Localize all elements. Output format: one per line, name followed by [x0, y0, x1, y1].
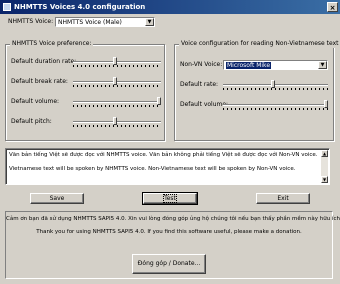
non-vn-rate-label: Default rate:: [180, 81, 219, 88]
non-vn-voice-group: Voice configuration for reading Non-Viet…: [174, 40, 340, 141]
break-rate-label: Default break rate:: [11, 78, 68, 85]
scroll-up-icon[interactable]: ▲: [321, 150, 328, 157]
donation-text-vn: Cảm ơn bạn đã sử dụng NHMTTS SAPI5 4.0. …: [6, 216, 340, 222]
donation-panel: Cảm ơn bạn đã sử dụng NHMTTS SAPI5 4.0. …: [5, 211, 340, 279]
volume-slider[interactable]: [73, 97, 161, 107]
non-vn-volume-slider[interactable]: [223, 100, 328, 110]
group-title: NHMTTS Voice preference:: [10, 40, 94, 48]
chevron-down-icon[interactable]: ▼: [145, 18, 154, 26]
nhmtts-voice-value: NHMTTS Voice (Male): [58, 19, 122, 26]
slider-thumb[interactable]: [113, 77, 118, 85]
save-label: Save: [49, 195, 65, 202]
sample-text-en: Vietnamese text will be spoken by NHMTTS…: [9, 166, 296, 172]
save-button[interactable]: Save: [30, 193, 84, 204]
exit-label: Exit: [277, 195, 289, 202]
app-icon: [3, 3, 11, 11]
pitch-slider[interactable]: [73, 117, 161, 127]
scrollbar[interactable]: ▲ ▼: [321, 150, 328, 183]
non-vn-rate-slider[interactable]: [223, 80, 328, 90]
non-vn-voice-value: Microsoft Mike: [226, 62, 272, 69]
slider-thumb[interactable]: [113, 117, 118, 125]
non-vn-volume-label: Default volume:: [180, 101, 229, 108]
non-vn-voice-label: Non-VN Voice:: [180, 61, 223, 68]
slider-thumb[interactable]: [324, 100, 328, 108]
title-bar: NHMTTS Voices 4.0 configuration ×: [0, 0, 340, 14]
break-rate-slider[interactable]: [73, 77, 161, 87]
non-vn-voice-select[interactable]: Microsoft Mike ▼: [223, 60, 328, 70]
close-button[interactable]: ×: [327, 2, 338, 12]
slider-thumb[interactable]: [113, 57, 118, 65]
pitch-label: Default pitch:: [11, 118, 52, 125]
duration-rate-slider[interactable]: [73, 57, 161, 67]
slider-thumb[interactable]: [271, 80, 276, 88]
test-button[interactable]: Test: [142, 192, 198, 205]
duration-rate-label: Default duration rate:: [11, 58, 77, 65]
nhmtts-voice-select[interactable]: NHMTTS Voice (Male) ▼: [55, 17, 155, 27]
sample-text-area[interactable]: Văn bản tiếng Việt sẽ được đọc với NHMTT…: [5, 148, 330, 185]
nhmtts-voice-label: NHMTTS Voice:: [8, 18, 54, 25]
test-label: Test: [163, 194, 177, 203]
scroll-down-icon[interactable]: ▼: [321, 176, 328, 183]
donation-text-en: Thank you for using NHMTTS SAPI5 4.0. If…: [36, 229, 302, 235]
group-title: Voice configuration for reading Non-Viet…: [179, 40, 340, 48]
window-title: NHMTTS Voices 4.0 configuration: [14, 3, 146, 11]
chevron-down-icon[interactable]: ▼: [318, 61, 327, 69]
slider-thumb[interactable]: [157, 97, 161, 105]
donate-label: Đóng góp / Donate...: [137, 260, 201, 267]
nhmtts-preference-group: NHMTTS Voice preference: Default duratio…: [5, 40, 165, 141]
sample-text-vn: Văn bản tiếng Việt sẽ được đọc với NHMTT…: [9, 152, 318, 158]
donate-button[interactable]: Đóng góp / Donate...: [132, 254, 206, 274]
volume-label: Default volume:: [11, 98, 60, 105]
exit-button[interactable]: Exit: [256, 193, 310, 204]
